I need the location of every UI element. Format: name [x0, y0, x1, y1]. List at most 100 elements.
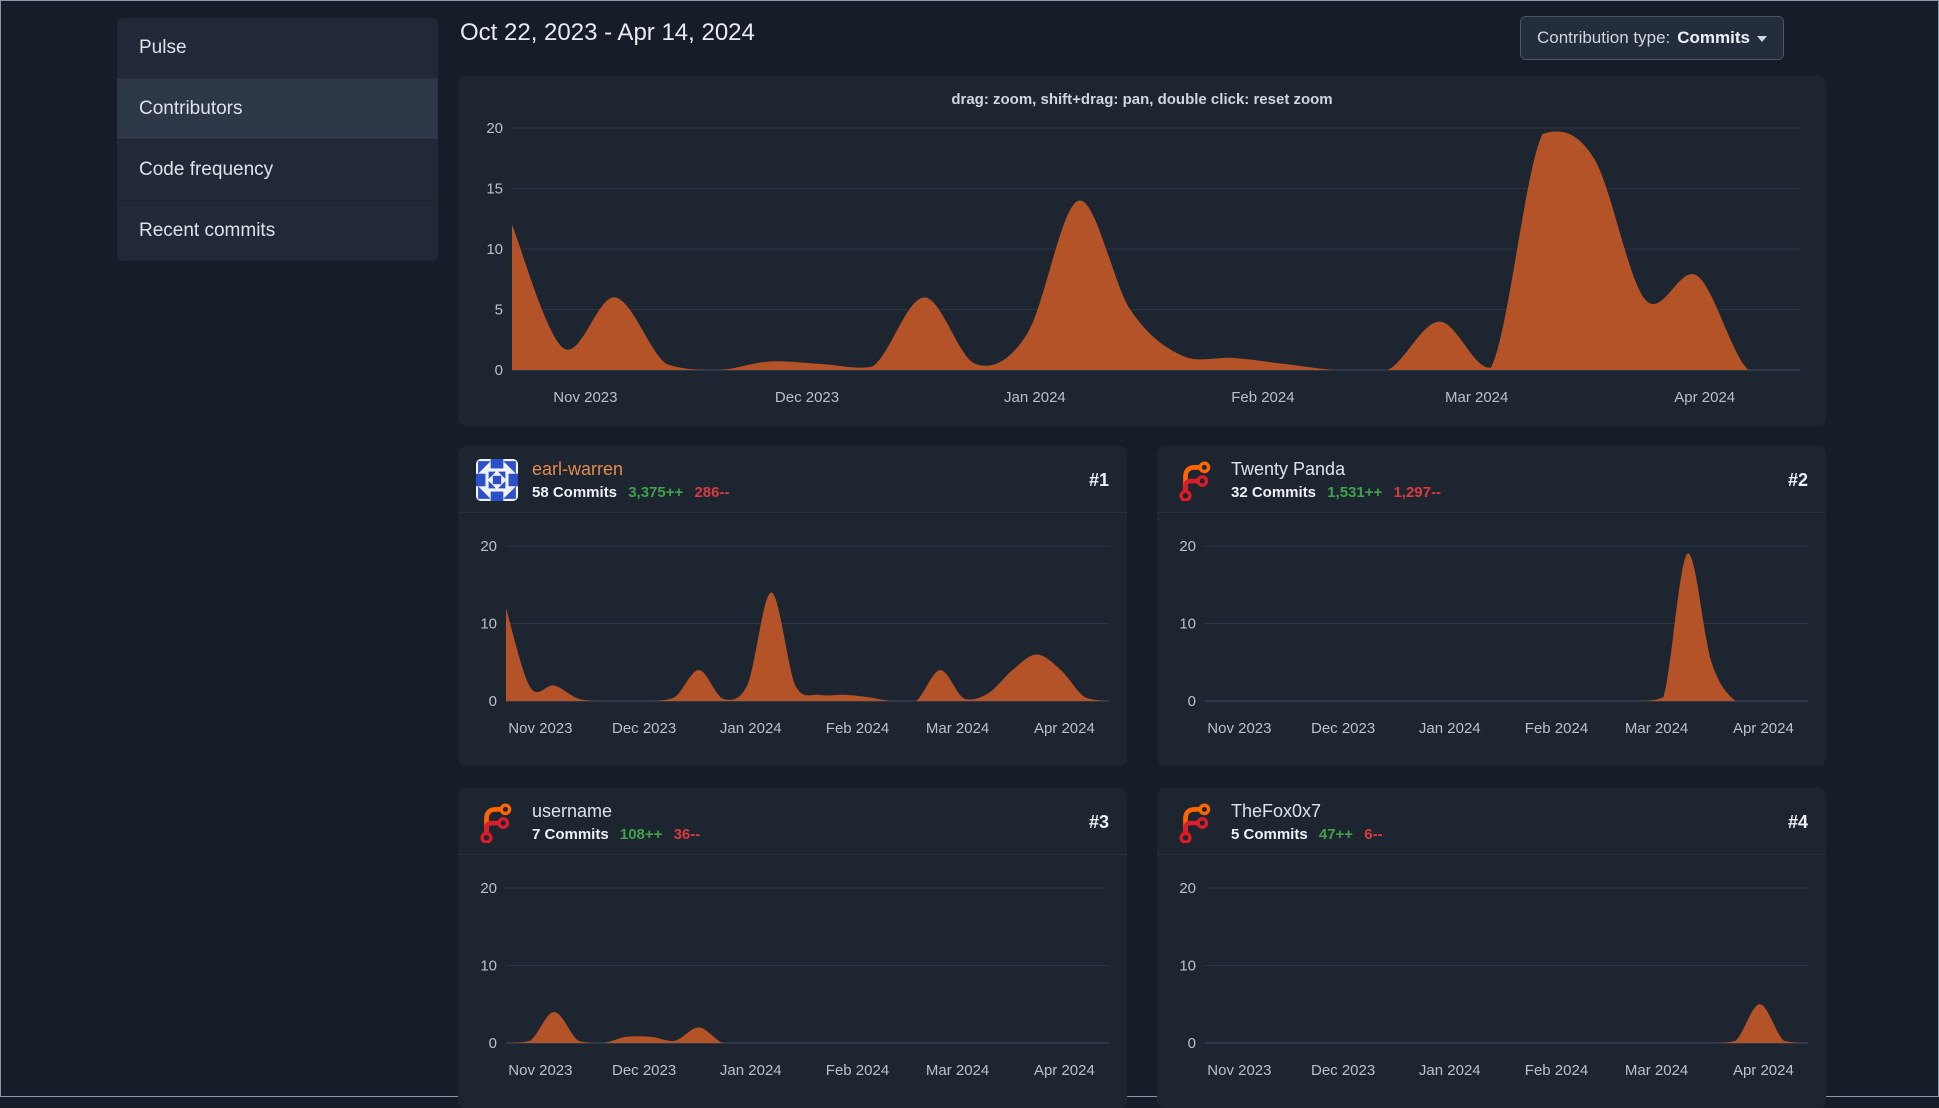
overall-contributions-chart[interactable]: 0 5 10 15 20 Nov 2023 Dec 2023 Jan 2024 Feb 2024…: [474, 116, 1810, 418]
contributor-commits-chart[interactable]: 0 10 20 Nov 2023 Dec 2023 Jan 2024 Feb 2024 Mar…: [1173, 534, 1810, 749]
svg-text:10: 10: [480, 958, 497, 975]
svg-text:Mar 2024: Mar 2024: [1445, 389, 1508, 406]
rank-badge: #4: [1787, 811, 1808, 832]
svg-text:15: 15: [486, 181, 503, 198]
svg-text:Nov 2023: Nov 2023: [1207, 1062, 1271, 1079]
deletions-count: 36--: [673, 825, 701, 843]
svg-text:10: 10: [486, 241, 503, 258]
svg-text:Dec 2023: Dec 2023: [1311, 720, 1375, 737]
svg-text:20: 20: [1179, 880, 1196, 897]
contributor-card-header: Twenty Panda 32 Commits 1,531++ 1,297-- …: [1157, 446, 1826, 513]
contributor-stats: 5 Commits 47++ 6--: [1231, 826, 1383, 843]
svg-text:20: 20: [480, 538, 497, 555]
additions-count: 47++: [1318, 825, 1354, 843]
sidebar-item-code-frequency[interactable]: Code frequency: [117, 139, 438, 200]
svg-text:Feb 2024: Feb 2024: [1231, 389, 1294, 406]
contributor-card: earl-warren 58 Commits 3,375++ 286-- #1 …: [458, 446, 1127, 766]
deletions-count: 286--: [694, 483, 730, 501]
svg-text:10: 10: [1179, 616, 1196, 633]
svg-text:10: 10: [480, 616, 497, 633]
svg-text:Nov 2023: Nov 2023: [1207, 720, 1271, 737]
svg-text:Feb 2024: Feb 2024: [1525, 720, 1588, 737]
svg-text:Jan 2024: Jan 2024: [720, 720, 782, 737]
rank-badge: #3: [1088, 811, 1109, 832]
svg-text:Mar 2024: Mar 2024: [1625, 1062, 1688, 1079]
date-range-heading: Oct 22, 2023 - Apr 14, 2024: [460, 19, 755, 46]
contributor-card: Twenty Panda 32 Commits 1,531++ 1,297-- …: [1157, 446, 1826, 766]
svg-text:Dec 2023: Dec 2023: [1311, 1062, 1375, 1079]
contributor-card: TheFox0x7 5 Commits 47++ 6-- #4 0 10 20 Nov…: [1157, 788, 1826, 1108]
contributor-card-header: earl-warren 58 Commits 3,375++ 286-- #1: [458, 446, 1127, 513]
contribution-type-value: Commits: [1677, 28, 1750, 47]
svg-text:Apr 2024: Apr 2024: [1733, 720, 1794, 737]
svg-text:10: 10: [1179, 958, 1196, 975]
activity-sidebar-menu: Pulse Contributors Code frequency Recent…: [117, 18, 438, 261]
forgejo-logo-avatar-image: [1179, 803, 1211, 843]
svg-text:0: 0: [489, 693, 497, 710]
svg-text:Jan 2024: Jan 2024: [1004, 389, 1066, 406]
avatar[interactable]: [476, 459, 518, 501]
avatar[interactable]: [1175, 459, 1217, 501]
contribution-type-label: Contribution type:: [1537, 28, 1671, 47]
contributor-stats: 32 Commits 1,531++ 1,297--: [1231, 484, 1441, 501]
avatar[interactable]: [476, 801, 518, 843]
svg-text:0: 0: [489, 1035, 497, 1052]
svg-text:Dec 2023: Dec 2023: [775, 389, 839, 406]
additions-count: 3,375++: [628, 483, 684, 501]
svg-text:Jan 2024: Jan 2024: [720, 1062, 782, 1079]
contribution-type-dropdown[interactable]: Contribution type: Commits: [1520, 16, 1784, 60]
contributor-name-link[interactable]: username: [532, 801, 700, 822]
svg-text:Feb 2024: Feb 2024: [1525, 1062, 1588, 1079]
contributor-name-link[interactable]: earl-warren: [532, 459, 729, 480]
chevron-down-icon: [1756, 36, 1767, 42]
svg-text:0: 0: [1188, 1035, 1196, 1052]
svg-text:Mar 2024: Mar 2024: [926, 720, 989, 737]
sidebar-item-pulse[interactable]: Pulse: [117, 18, 438, 78]
contributor-name-link[interactable]: TheFox0x7: [1231, 801, 1383, 822]
rank-badge: #1: [1088, 469, 1109, 490]
rank-badge: #2: [1787, 469, 1808, 490]
commit-count: 5 Commits: [1231, 825, 1308, 843]
svg-text:Jan 2024: Jan 2024: [1419, 720, 1481, 737]
svg-text:Feb 2024: Feb 2024: [826, 720, 889, 737]
contributor-card-header: TheFox0x7 5 Commits 47++ 6-- #4: [1157, 788, 1826, 855]
contributor-commits-chart[interactable]: 0 10 20 Nov 2023 Dec 2023 Jan 2024 Feb 2024 Mar…: [1173, 876, 1810, 1091]
commit-count: 7 Commits: [532, 825, 609, 843]
sidebar-item-recent-commits[interactable]: Recent commits: [117, 200, 438, 261]
overall-contributions-panel: drag: zoom, shift+drag: pan, double clic…: [458, 76, 1826, 426]
contributor-card-header: username 7 Commits 108++ 36-- #3: [458, 788, 1127, 855]
svg-text:Apr 2024: Apr 2024: [1034, 1062, 1095, 1079]
svg-text:20: 20: [1179, 538, 1196, 555]
additions-count: 1,531++: [1327, 483, 1383, 501]
identicon-avatar-image: [476, 459, 518, 501]
svg-text:Apr 2024: Apr 2024: [1733, 1062, 1794, 1079]
svg-text:Dec 2023: Dec 2023: [612, 720, 676, 737]
forgejo-logo-avatar-image: [480, 803, 512, 843]
contributor-stats: 58 Commits 3,375++ 286--: [532, 484, 729, 501]
svg-text:0: 0: [495, 362, 503, 379]
commit-count: 58 Commits: [532, 483, 618, 501]
svg-text:Dec 2023: Dec 2023: [612, 1062, 676, 1079]
sidebar-item-contributors[interactable]: Contributors: [117, 78, 438, 139]
svg-text:20: 20: [480, 880, 497, 897]
svg-text:5: 5: [495, 302, 503, 319]
svg-text:20: 20: [486, 120, 503, 137]
svg-text:Nov 2023: Nov 2023: [508, 720, 572, 737]
svg-text:Nov 2023: Nov 2023: [508, 1062, 572, 1079]
svg-text:Apr 2024: Apr 2024: [1034, 720, 1095, 737]
svg-text:Nov 2023: Nov 2023: [553, 389, 617, 406]
svg-text:Apr 2024: Apr 2024: [1674, 389, 1735, 406]
svg-text:Mar 2024: Mar 2024: [1625, 720, 1688, 737]
contributor-commits-chart[interactable]: 0 10 20 Nov 2023 Dec 2023 Jan 2024 Feb 2024 Mar…: [474, 876, 1111, 1091]
svg-text:Jan 2024: Jan 2024: [1419, 1062, 1481, 1079]
forgejo-logo-avatar-image: [1179, 461, 1211, 501]
contributor-name-link[interactable]: Twenty Panda: [1231, 459, 1441, 480]
deletions-count: 1,297--: [1393, 483, 1441, 501]
svg-text:Feb 2024: Feb 2024: [826, 1062, 889, 1079]
contributor-stats: 7 Commits 108++ 36--: [532, 826, 700, 843]
svg-text:Mar 2024: Mar 2024: [926, 1062, 989, 1079]
contributor-commits-chart[interactable]: 0 10 20 Nov 2023 Dec 2023 Jan 2024 Feb 2024 Mar…: [474, 534, 1111, 749]
chart-zoom-hint: drag: zoom, shift+drag: pan, double clic…: [951, 91, 1333, 108]
avatar[interactable]: [1175, 801, 1217, 843]
commit-count: 32 Commits: [1231, 483, 1317, 501]
